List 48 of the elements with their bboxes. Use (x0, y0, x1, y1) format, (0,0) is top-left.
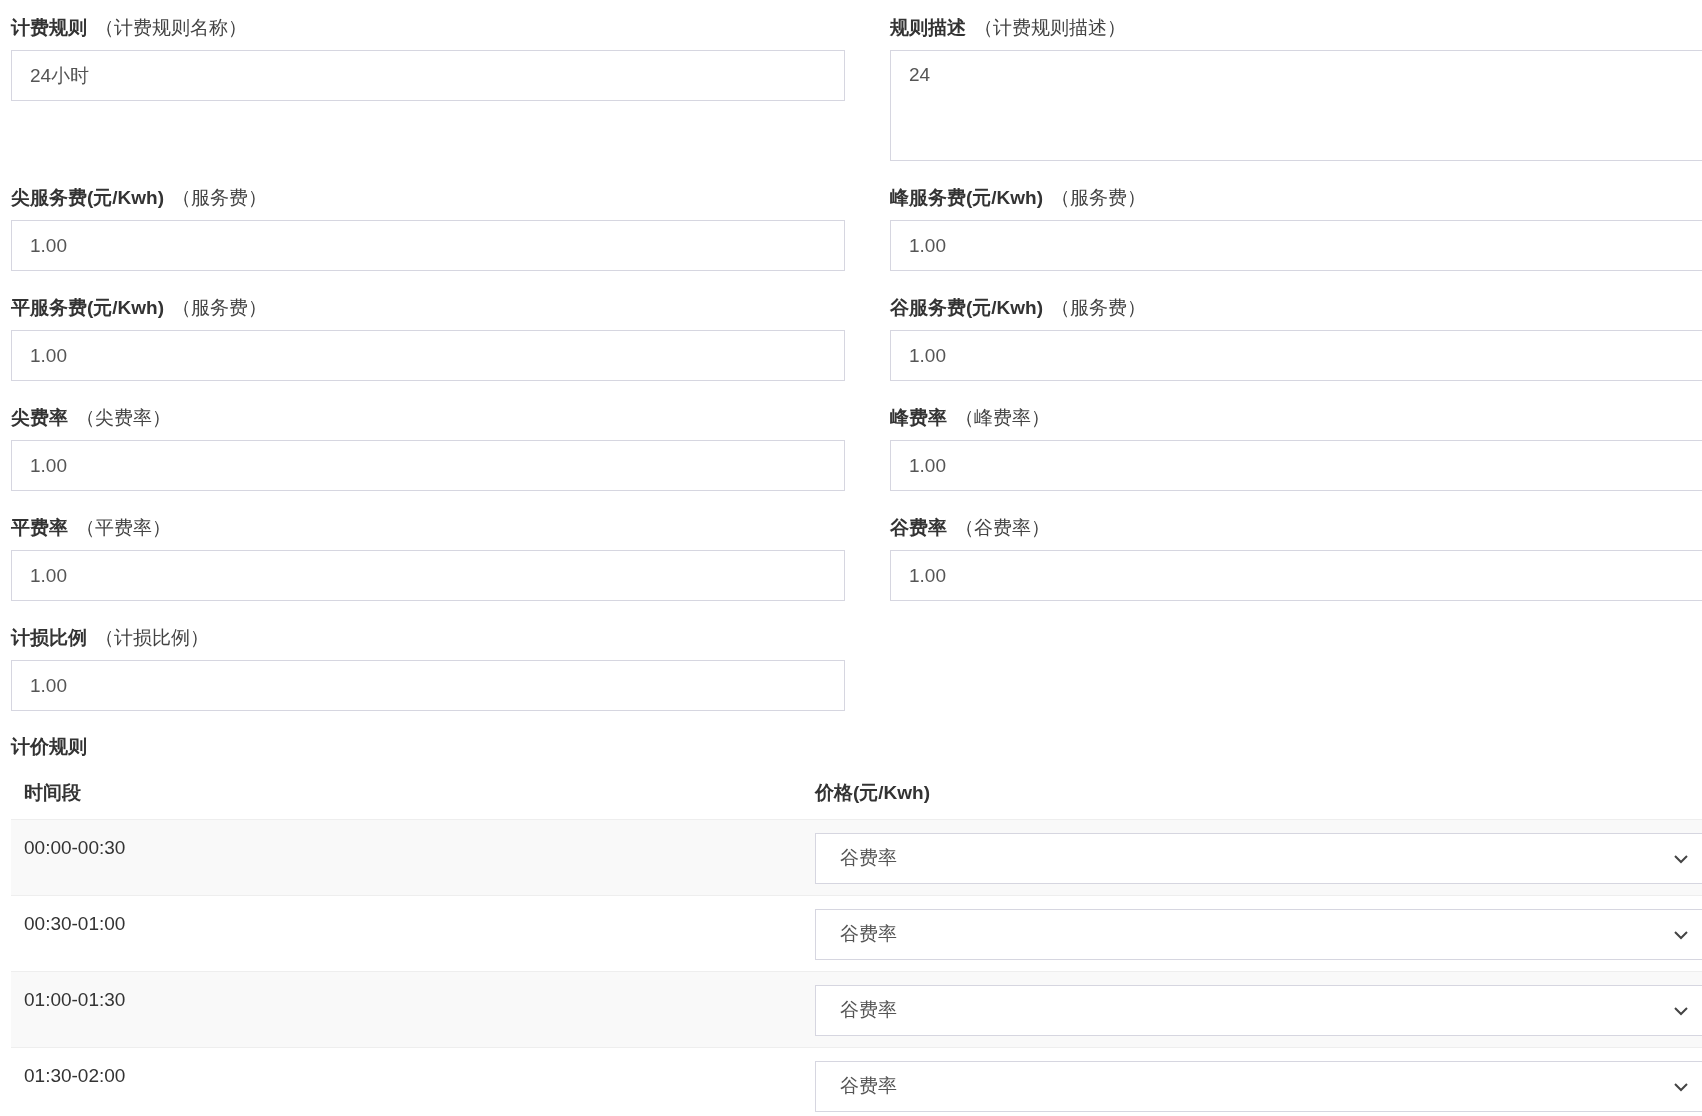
input-field[interactable]: 1.00 (11, 440, 845, 491)
field-label: 谷服务费(元/Kwh) (890, 296, 1044, 320)
field-hint: （计费规则名称） (95, 16, 247, 40)
time-range: 01:00-01:30 (24, 989, 126, 1010)
input-field[interactable]: 1.00 (11, 550, 845, 601)
price-select[interactable]: 谷费率 (815, 909, 1702, 960)
field-hint: （服务费） (172, 186, 268, 210)
column-header: 时间段 (23, 780, 82, 805)
field-hint: （计费规则描述） (974, 16, 1126, 40)
field-label: 规则描述 (890, 16, 966, 40)
field-label: 平费率 (11, 516, 68, 540)
field-label: 谷费率 (890, 516, 947, 540)
time-range: 00:00-00:30 (24, 837, 126, 858)
input-field[interactable]: 1.00 (11, 660, 845, 711)
field-hint: （服务费） (1051, 296, 1147, 320)
field-hint: （尖费率） (76, 406, 171, 430)
field-label: 计费规则 (11, 16, 87, 40)
time-range: 01:30-02:00 (24, 1065, 126, 1086)
column-header: 价格(元/Kwh) (815, 780, 931, 805)
input-field[interactable]: 24小时 (11, 50, 845, 101)
field-hint: （服务费） (172, 296, 268, 320)
input-field[interactable]: 1.00 (11, 220, 845, 271)
chevron-down-icon (1673, 853, 1689, 864)
field-hint: （服务费） (1051, 186, 1147, 210)
price-select[interactable]: 谷费率 (815, 1061, 1702, 1112)
field-label: 平服务费(元/Kwh) (11, 296, 165, 320)
input-field[interactable]: 1.00 (890, 330, 1702, 381)
field-label: 尖费率 (11, 406, 68, 430)
price-select[interactable]: 谷费率 (815, 833, 1702, 884)
input-field[interactable]: 1.00 (890, 220, 1702, 271)
input-field[interactable]: 1.00 (890, 550, 1702, 601)
field-label: 计损比例 (11, 626, 87, 650)
field-label: 尖服务费(元/Kwh) (11, 186, 165, 210)
field-hint: （平费率） (76, 516, 171, 540)
field-hint: （峰费率） (955, 406, 1050, 430)
field-label: 峰费率 (890, 406, 947, 430)
description-textarea[interactable]: 24 (890, 50, 1702, 161)
input-field[interactable]: 1.00 (11, 330, 845, 381)
time-range: 00:30-01:00 (24, 913, 126, 934)
price-select[interactable]: 谷费率 (815, 985, 1702, 1036)
field-hint: （谷费率） (955, 516, 1050, 540)
field-label: 峰服务费(元/Kwh) (890, 186, 1044, 210)
field-hint: （计损比例） (95, 626, 209, 650)
section-title: 计价规则 (11, 735, 88, 757)
chevron-down-icon (1673, 1005, 1689, 1016)
input-field[interactable]: 1.00 (890, 440, 1702, 491)
chevron-down-icon (1673, 1081, 1689, 1092)
chevron-down-icon (1673, 929, 1689, 940)
